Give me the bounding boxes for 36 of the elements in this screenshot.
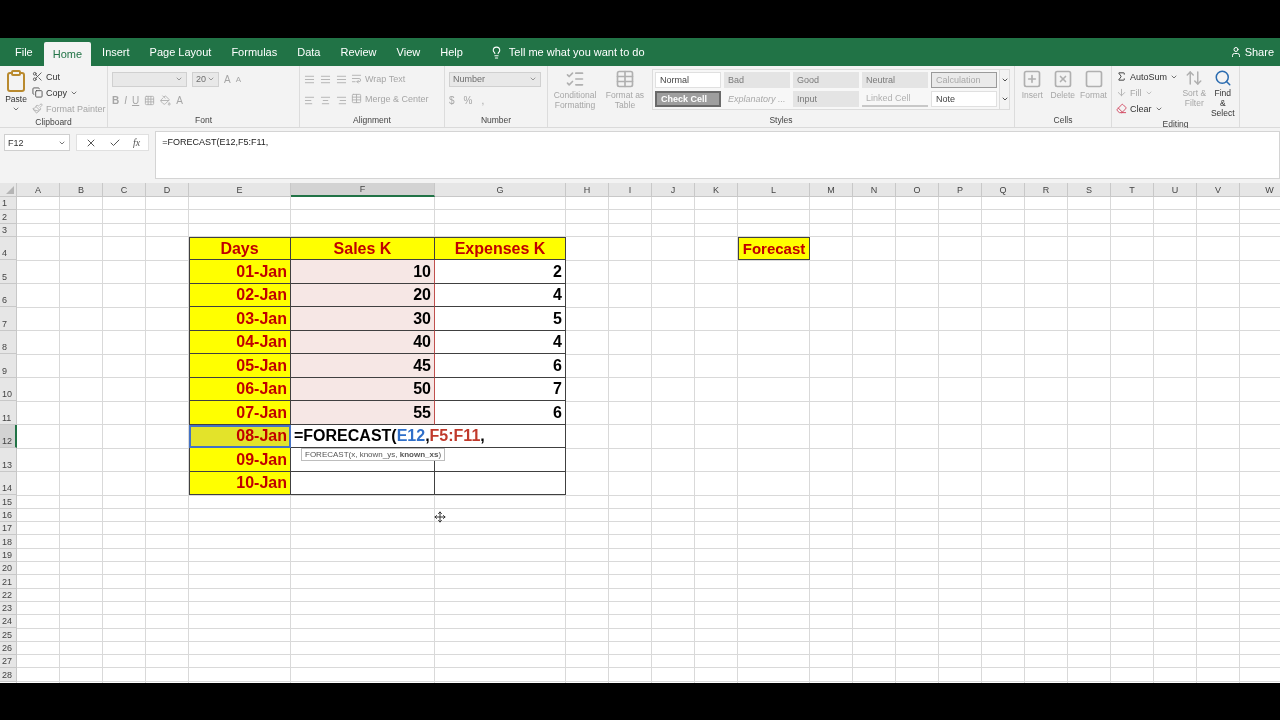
table-cell: 4 bbox=[435, 284, 566, 308]
table-cell: 04-Jan bbox=[189, 331, 291, 355]
table-cell: 30 bbox=[291, 307, 435, 331]
table-cell: 50 bbox=[291, 378, 435, 402]
forecast-label-cell: Forecast bbox=[738, 237, 810, 261]
table-cell: 03-Jan bbox=[189, 307, 291, 331]
table-cell: 5 bbox=[435, 307, 566, 331]
table-header-cell: Days bbox=[189, 237, 291, 261]
table-header-cell: Expenses K bbox=[435, 237, 566, 261]
group-label: Number bbox=[480, 114, 512, 127]
table-cell: 02-Jan bbox=[189, 284, 291, 308]
table-cell: 06-Jan bbox=[189, 378, 291, 402]
group-label: Clipboard bbox=[35, 116, 72, 129]
group-label: Cells bbox=[1053, 114, 1073, 127]
table-cell: 6 bbox=[435, 401, 566, 425]
table-cell: 20 bbox=[291, 284, 435, 308]
table-cell: 01-Jan bbox=[189, 260, 291, 284]
table-cell: 10 bbox=[291, 260, 435, 284]
table-cell: 6 bbox=[435, 354, 566, 378]
table-cell: 10-Jan bbox=[189, 472, 291, 496]
table-cell: 55 bbox=[291, 401, 435, 425]
table-cell: 7 bbox=[435, 378, 566, 402]
table-cell: 2 bbox=[435, 260, 566, 284]
table-cell: 09-Jan bbox=[189, 448, 291, 472]
table-cell: 05-Jan bbox=[189, 354, 291, 378]
group-label: Editing bbox=[1162, 118, 1189, 131]
group-label: Alignment bbox=[353, 114, 391, 127]
table-cell: 08-Jan bbox=[189, 425, 291, 449]
table-cell: 07-Jan bbox=[189, 401, 291, 425]
table-cell: 45 bbox=[291, 354, 435, 378]
table-cell: 4 bbox=[435, 331, 566, 355]
function-tooltip: FORECAST(x, known_ys, known_xs) bbox=[301, 448, 446, 462]
table-cell: 40 bbox=[291, 331, 435, 355]
group-label: Font bbox=[195, 114, 212, 127]
table-header-cell: Sales K bbox=[291, 237, 435, 261]
group-label: Styles bbox=[769, 114, 793, 127]
